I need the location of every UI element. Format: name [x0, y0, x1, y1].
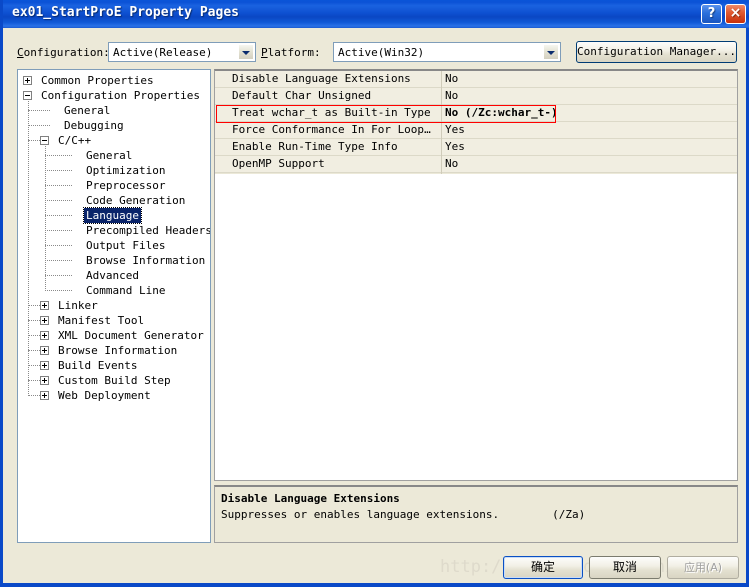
- plus-icon[interactable]: [40, 316, 49, 325]
- property-value[interactable]: No: [445, 89, 734, 102]
- plus-icon[interactable]: [23, 76, 32, 85]
- tree-connector: [28, 335, 40, 337]
- tree-item-label: Build Events: [58, 359, 138, 372]
- title-bar: ex01_StartProE Property Pages ? ×: [3, 0, 749, 28]
- property-value[interactable]: No: [445, 157, 734, 170]
- property-name: Disable Language Extensions: [232, 72, 411, 85]
- plus-icon[interactable]: [40, 346, 49, 355]
- property-name: Default Char Unsigned: [232, 89, 372, 102]
- plus-icon[interactable]: [40, 361, 49, 370]
- tree-item-label: Preprocessor: [86, 179, 166, 192]
- property-row[interactable]: Enable Run-Time Type Info Yes: [215, 139, 737, 156]
- tree-item-label: XML Document Generator: [58, 329, 204, 342]
- tree-connector: [28, 365, 40, 367]
- plus-icon[interactable]: [40, 376, 49, 385]
- chevron-down-icon[interactable]: [543, 44, 559, 60]
- tree-connector: [28, 395, 40, 397]
- tree-item-label: Language: [83, 207, 142, 224]
- tree-item-label: C/C++: [58, 134, 92, 147]
- configuration-label: Configuration:: [17, 46, 110, 59]
- property-grid-rows: Disable Language Extensions No Default Cha…: [215, 71, 737, 173]
- tree-connector: [28, 305, 40, 307]
- tree-connector: [45, 230, 72, 232]
- tree-item-label: Precompiled Headers: [86, 224, 211, 237]
- property-row[interactable]: Disable Language Extensions No: [215, 71, 737, 88]
- platform-value: Active(Win32): [338, 46, 425, 59]
- tree-connector: [45, 155, 72, 157]
- tree-item-label: Debugging: [64, 119, 124, 132]
- property-row[interactable]: Force Conformance In For Loop Scope Yes: [215, 122, 737, 139]
- cancel-button[interactable]: 取消: [589, 556, 661, 579]
- close-icon[interactable]: ×: [725, 4, 746, 24]
- ok-button[interactable]: 确定: [503, 556, 583, 579]
- property-row[interactable]: Default Char Unsigned No: [215, 88, 737, 105]
- tree-connector: [28, 320, 40, 322]
- configuration-dropdown[interactable]: Active(Release): [108, 42, 256, 62]
- tree-connector: [45, 260, 72, 262]
- tree-item-label: Configuration Properties: [41, 89, 200, 102]
- property-name: Force Conformance In For Loop Scope: [232, 123, 437, 136]
- tree-connector: [45, 200, 72, 202]
- tree-item-label: Browse Information: [86, 254, 206, 267]
- tree-item-label: Manifest Tool: [58, 314, 145, 327]
- tree-item-label: Linker: [58, 299, 98, 312]
- property-grid[interactable]: Disable Language Extensions No Default Cha…: [214, 69, 738, 481]
- tree-connector: [28, 380, 40, 382]
- description-title: Disable Language Extensions: [221, 492, 400, 505]
- tree-connector: [45, 215, 72, 217]
- tree-item-label: General: [86, 149, 133, 162]
- tree-item-label: Output Files: [86, 239, 166, 252]
- window-title: ex01_StartProE Property Pages: [12, 5, 239, 20]
- configuration-manager-button[interactable]: Configuration Manager...: [576, 41, 737, 63]
- plus-icon[interactable]: [40, 391, 49, 400]
- property-pages-dialog: ex01_StartProE Property Pages ? × Config…: [0, 0, 749, 587]
- tree-connector: [45, 143, 47, 291]
- tree-connector: [28, 140, 40, 142]
- minus-icon[interactable]: [23, 91, 32, 100]
- tree-connector: [45, 245, 72, 247]
- tree-connector: [45, 275, 72, 277]
- platform-label: Platform:: [261, 46, 321, 59]
- tree-item-label: General: [64, 104, 111, 117]
- minus-icon[interactable]: [40, 136, 49, 145]
- tree-item-label: Custom Build Step: [58, 374, 171, 387]
- settings-tree[interactable]: Common Properties Configuration Propertie…: [17, 69, 211, 543]
- tree-connector: [28, 110, 50, 112]
- plus-icon[interactable]: [40, 301, 49, 310]
- property-row[interactable]: Treat wchar_t as Built-in Type No (/Zc:wc…: [215, 105, 737, 122]
- description-body: Suppresses or enables language extension…: [221, 508, 586, 521]
- property-name: OpenMP Support: [232, 157, 325, 170]
- property-row[interactable]: OpenMP Support No: [215, 156, 737, 173]
- configuration-value: Active(Release): [113, 46, 213, 59]
- property-value[interactable]: Yes: [445, 140, 734, 153]
- column-divider[interactable]: [441, 71, 442, 174]
- property-value[interactable]: Yes: [445, 123, 734, 136]
- tree-item-label: Code Generation: [86, 194, 186, 207]
- property-value[interactable]: No: [445, 72, 734, 85]
- tree-connector: [28, 125, 50, 127]
- tree-connector: [45, 170, 72, 172]
- tree-item-label: Optimization: [86, 164, 166, 177]
- apply-button: 应用(A): [667, 556, 739, 579]
- platform-dropdown[interactable]: Active(Win32): [333, 42, 561, 62]
- plus-icon[interactable]: [40, 331, 49, 340]
- description-panel: Disable Language Extensions Suppresses o…: [214, 485, 738, 543]
- property-value[interactable]: No (/Zc:wchar_t-): [445, 106, 734, 119]
- tree-item-label: Browse Information: [58, 344, 178, 357]
- tree-item-label: Advanced: [86, 269, 139, 282]
- property-name: Enable Run-Time Type Info: [232, 140, 398, 153]
- property-name: Treat wchar_t as Built-in Type: [232, 106, 431, 119]
- grid-empty-area: [215, 174, 737, 480]
- tree-connector: [45, 185, 72, 187]
- chevron-down-icon[interactable]: [238, 44, 254, 60]
- tree-item-label: Web Deployment: [58, 389, 151, 402]
- help-icon[interactable]: ?: [701, 4, 722, 24]
- tree-item-label: Common Properties: [41, 74, 154, 87]
- tree-connector: [28, 350, 40, 352]
- tree-connector: [45, 290, 72, 292]
- tree-item-label: Command Line: [86, 284, 166, 297]
